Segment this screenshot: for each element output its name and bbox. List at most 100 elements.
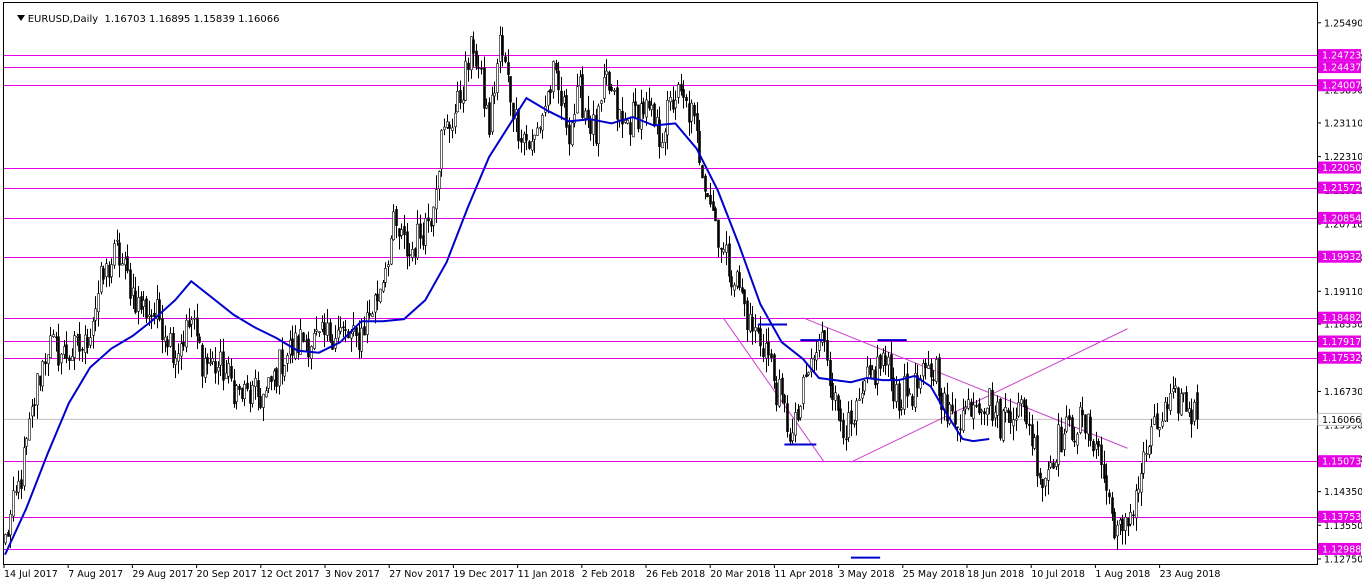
x-tick-label: 25 May 2018 [903,569,965,580]
candle-body [283,365,286,377]
candle-body [831,382,834,400]
candle-body [972,404,975,419]
candle-body [9,513,12,536]
candle-body [132,287,135,296]
candle-body [400,229,403,236]
candle-body [1116,524,1119,537]
candle-body [164,336,167,342]
candle-body [1172,388,1175,393]
candle-body [204,358,207,378]
candle-body [214,361,217,374]
candle-body [698,131,701,163]
candle-body [775,382,778,406]
candle-body [456,91,459,113]
candle-body [863,380,866,392]
candle-body [759,328,762,347]
candle-body [235,385,238,402]
candle-body [395,209,398,226]
candle-body [196,317,199,337]
candle-body [491,94,494,133]
x-tick-label: 18 Jun 2018 [967,569,1024,580]
candle-body [621,110,624,125]
candle-body [1055,462,1058,467]
candle-body [230,366,233,379]
candle [948,401,951,426]
candle-body [71,356,74,361]
candle-body [685,97,688,101]
candle-body [632,102,635,138]
candle-body [1196,392,1199,420]
candle-body [241,387,244,399]
candle-body [108,265,111,278]
candle-body [584,110,587,119]
candle-body [829,360,832,387]
candle [714,206,717,222]
price-chart[interactable]: 1.254901.246701.238901.231101.223101.215… [0,0,1362,584]
candle-body [1132,514,1135,517]
candle-body [964,406,967,410]
candle-body [1089,416,1092,441]
candle [528,140,531,150]
candle-body [1100,444,1103,465]
candle-body [1095,443,1098,450]
candle-body [193,317,196,320]
candle-body [368,312,371,316]
candle-body [257,380,260,397]
candle-body [751,316,754,332]
candle-body [1105,475,1108,491]
dropdown-triangle-icon[interactable] [16,15,25,21]
candle-body [440,130,443,170]
candle [571,120,574,147]
candle-body [714,208,717,222]
candle-body [839,408,842,422]
candle-body [371,313,374,317]
candle-body [1020,399,1023,405]
candle-body [233,380,236,405]
candle-body [717,219,720,248]
candle-body [158,299,161,320]
candle-body [725,244,728,253]
candle-body [932,379,935,381]
x-tick-label: 14 Jul 2017 [4,569,58,580]
candle-body [366,312,369,335]
candle-body [174,357,177,365]
candle-body [986,407,989,416]
candle-body [126,256,129,272]
candle-body [419,223,422,239]
candle-body [31,406,34,417]
candle-body [416,223,419,259]
candle-body [999,398,1002,439]
candle-body [605,70,608,76]
level-label: 1.24437 [1318,61,1361,74]
candle-body [454,112,457,128]
candle-body [411,249,414,258]
candle-body [387,264,390,268]
candle-body [1079,406,1082,433]
candle-body [339,327,342,332]
candle-body [954,411,957,425]
candle-body [786,403,789,432]
candle-body [20,479,23,489]
candle-body [935,359,938,382]
candle-body [571,122,574,146]
candle-body [501,35,504,56]
level-label: 1.12988 [1318,542,1361,555]
candle-body [1108,492,1111,498]
candle-body [1166,404,1169,410]
level-label-text: 1.24437 [1322,63,1361,74]
candle-body [198,336,201,343]
candle-body [1025,405,1028,425]
candle-body [898,383,901,411]
candle-body [1145,453,1148,456]
candle-body [89,337,92,346]
x-tick-label: 7 Aug 2017 [68,569,123,580]
candle-body [275,368,278,387]
candle-body [52,334,55,337]
candle-body [467,62,470,70]
candle-body [315,329,318,332]
candle-body [794,412,797,436]
candle-body [938,357,941,397]
candle-body [626,119,629,124]
candle-body [259,396,262,408]
candle-body [1164,401,1167,422]
